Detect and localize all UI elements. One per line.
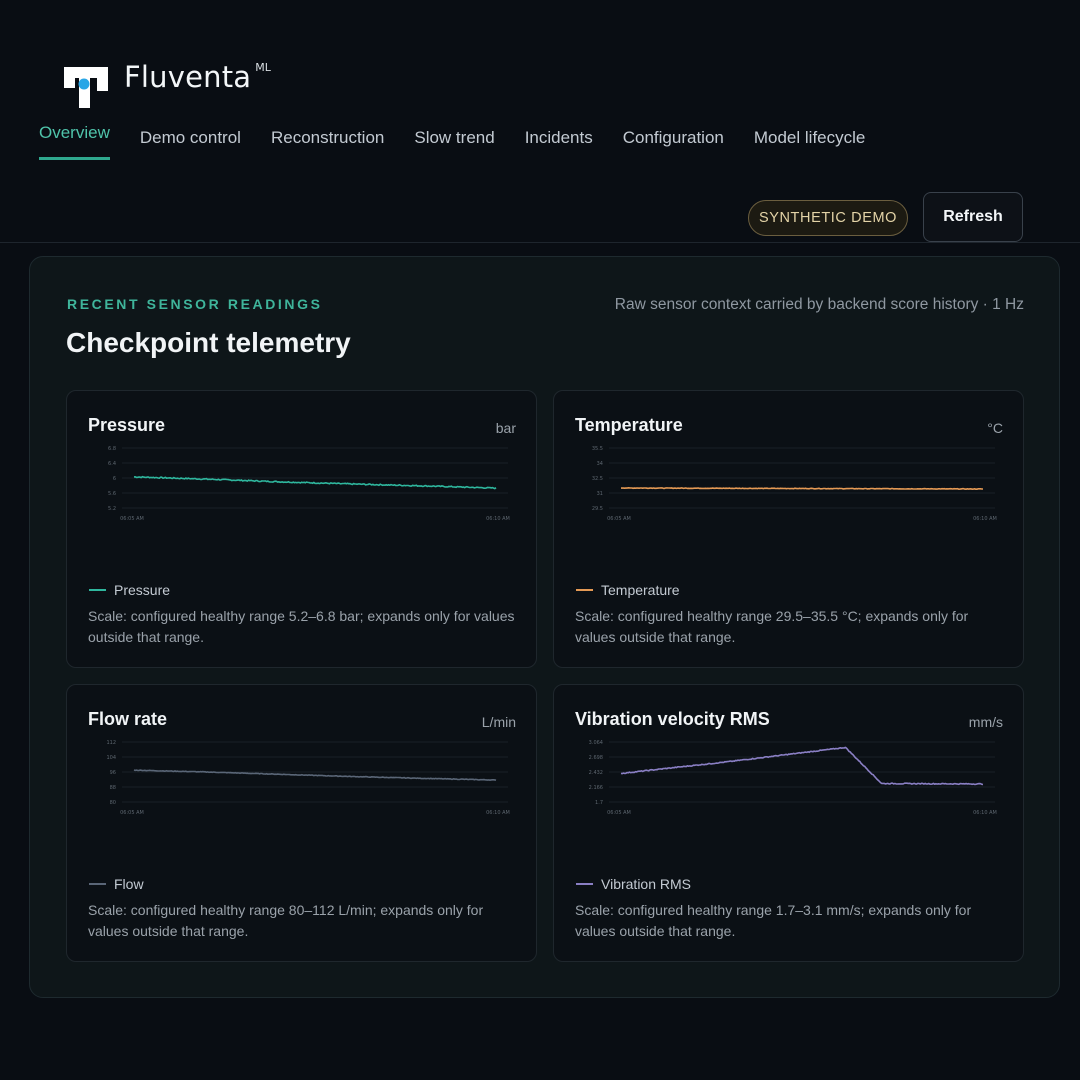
scale-note: Scale: configured healthy range 29.5–35.…	[575, 608, 969, 645]
tab-incidents[interactable]: Incidents	[525, 128, 593, 160]
series-line	[620, 746, 984, 786]
legend-swatch	[89, 883, 106, 885]
panel-subtext: Raw sensor context carried by backend sc…	[614, 296, 1024, 313]
chart-legend: Flow	[89, 876, 144, 892]
tab-reconstruction[interactable]: Reconstruction	[271, 128, 384, 160]
series-line	[621, 487, 983, 490]
panel-eyebrow: RECENT SENSOR READINGS	[67, 296, 323, 312]
x-tick-label: 06:05 AM	[120, 810, 144, 816]
legend-swatch	[576, 589, 593, 591]
card-title: Flow rate	[88, 709, 168, 729]
chart-legend: Pressure	[89, 582, 170, 598]
card-title: Vibration velocity RMS	[575, 709, 770, 729]
y-tick-label: 32.5	[592, 476, 603, 482]
tab-overview[interactable]: Overview	[39, 123, 110, 160]
sensor-card-flow-rate: 112 104 96 88 80 06:05 AM 06:10 AM Flow rate L/m…	[66, 684, 537, 962]
synthetic-demo-badge: SYNTHETIC DEMO	[748, 200, 908, 236]
chart-legend: Temperature	[576, 582, 680, 598]
card-unit: °C	[987, 420, 1003, 436]
legend-swatch	[576, 883, 593, 885]
y-tick-label: 80	[110, 800, 116, 806]
telemetry-panel: RECENT SENSOR READINGS Raw sensor contex…	[29, 256, 1060, 998]
y-tick-label: 6	[113, 476, 116, 482]
legend-label: Temperature	[601, 582, 680, 598]
sensor-card-vibration-velocity-rms: 3.064 2.698 2.432 2.166 1.7 06:05 AM 06:10 AM V…	[553, 684, 1024, 962]
y-tick-label: 88	[110, 785, 116, 791]
chart-legend: Vibration RMS	[576, 876, 691, 892]
y-tick-label: 2.698	[589, 755, 603, 761]
y-tick-label: 35.5	[592, 446, 603, 452]
app-logo: Fluventa ML	[64, 62, 271, 108]
panel-title: Checkpoint telemetry	[66, 327, 351, 358]
card-unit: bar	[495, 420, 516, 436]
tab-slow-trend[interactable]: Slow trend	[414, 128, 494, 160]
logo-mark-icon	[64, 67, 108, 108]
y-tick-label: 1.7	[595, 800, 603, 806]
card-unit: L/min	[481, 714, 516, 730]
card-unit: mm/s	[968, 714, 1003, 730]
y-tick-label: 2.166	[589, 785, 603, 791]
header-divider	[0, 242, 1080, 243]
sensor-card-pressure: 6.8 6.4 6 5.6 5.2 06:05 AM 06:10 AM Pressure bar…	[66, 390, 537, 668]
y-tick-label: 6.8	[108, 446, 116, 452]
card-title: Temperature	[575, 415, 683, 435]
scale-note: Scale: configured healthy range 80–112 L…	[88, 902, 484, 939]
tab-demo-control[interactable]: Demo control	[140, 128, 241, 160]
y-tick-label: 2.432	[589, 770, 603, 776]
scale-note: Scale: configured healthy range 5.2–6.8 …	[88, 608, 515, 645]
x-tick-label: 06:05 AM	[120, 516, 144, 522]
brand-superscript: ML	[255, 61, 271, 74]
legend-label: Flow	[114, 876, 144, 892]
tab-model-lifecycle[interactable]: Model lifecycle	[754, 128, 866, 160]
refresh-button[interactable]: Refresh	[923, 192, 1023, 242]
x-tick-label: 06:10 AM	[486, 810, 510, 816]
x-tick-label: 06:10 AM	[973, 516, 997, 522]
x-tick-label: 06:05 AM	[607, 516, 631, 522]
y-tick-label: 96	[110, 770, 116, 776]
scale-note: Scale: configured healthy range 1.7–3.1 …	[575, 902, 972, 939]
legend-label: Vibration RMS	[601, 876, 692, 892]
y-tick-label: 6.4	[108, 461, 116, 467]
y-tick-label: 29.5	[592, 506, 603, 512]
tab-configuration[interactable]: Configuration	[623, 128, 724, 160]
sensor-card-temperature: 35.5 34 32.5 31 29.5 06:05 AM 06:10 AM Temperat…	[553, 390, 1024, 668]
y-tick-label: 31	[597, 491, 603, 497]
y-tick-label: 104	[106, 755, 116, 761]
card-title: Pressure	[88, 415, 166, 435]
x-tick-label: 06:10 AM	[486, 516, 510, 522]
legend-label: Pressure	[114, 582, 171, 598]
y-tick-label: 5.2	[108, 506, 116, 512]
y-tick-label: 5.6	[108, 491, 116, 497]
x-tick-label: 06:10 AM	[973, 810, 997, 816]
x-tick-label: 06:05 AM	[607, 810, 631, 816]
legend-swatch	[89, 589, 106, 591]
main-nav: Overview Demo control Reconstruction Slow t…	[39, 123, 866, 160]
y-tick-label: 112	[106, 740, 116, 746]
brand-name: Fluventa	[124, 60, 252, 94]
y-tick-label: 3.064	[589, 740, 603, 746]
y-tick-label: 34	[597, 461, 603, 467]
